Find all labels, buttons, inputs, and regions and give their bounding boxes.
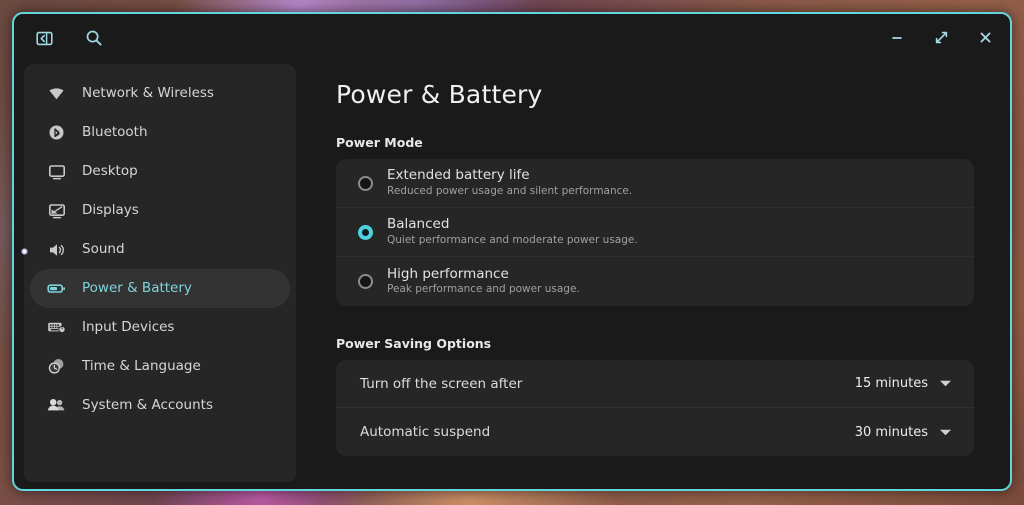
power-mode-option-description: Quiet performance and moderate power usa…	[387, 233, 638, 246]
sidebar-item-network-wireless[interactable]: Network & Wireless	[30, 74, 290, 113]
sidebar-toggle-icon[interactable]	[30, 24, 58, 52]
power-mode-option-extended-battery-life[interactable]: Extended battery life Reduced power usag…	[336, 159, 974, 208]
power-mode-section-label: Power Mode	[336, 135, 423, 150]
main-content: Power & Battery Power Mode Extended batt…	[310, 62, 1010, 489]
display-icon	[47, 201, 66, 220]
wifi-icon	[47, 84, 66, 103]
titlebar	[14, 14, 1010, 62]
radio-balanced[interactable]	[358, 224, 373, 240]
bluetooth-icon	[47, 123, 66, 142]
option-label: Turn off the screen after	[360, 375, 523, 392]
chevron-down-icon	[939, 379, 952, 388]
power-mode-option-description: Reduced power usage and silent performan…	[387, 184, 633, 197]
sidebar-item-desktop[interactable]: Desktop	[30, 152, 290, 191]
power-mode-card: Extended battery life Reduced power usag…	[336, 159, 974, 306]
turn-off-screen-dropdown[interactable]: 15 minutes	[855, 376, 952, 391]
chevron-down-icon	[939, 428, 952, 437]
sidebar-item-label: Sound	[82, 240, 125, 257]
search-icon[interactable]	[80, 24, 108, 52]
battery-icon	[47, 279, 66, 298]
option-value: 30 minutes	[854, 424, 928, 440]
sidebar-item-label: Input Devices	[82, 318, 175, 335]
power-mode-option-balanced[interactable]: Balanced Quiet performance and moderate …	[336, 208, 974, 257]
maximize-button[interactable]	[926, 24, 956, 50]
option-row-automatic-suspend[interactable]: Automatic suspend 30 minutes	[336, 408, 974, 456]
users-icon	[47, 396, 66, 415]
window-controls	[882, 24, 1000, 50]
radio-high-performance[interactable]	[358, 274, 373, 289]
page-title: Power & Battery	[336, 80, 543, 109]
option-label: Automatic suspend	[360, 424, 491, 440]
settings-window: Network & Wireless Bluetooth Desktop Dis…	[12, 12, 1012, 491]
sidebar-item-label: Power & Battery	[82, 279, 192, 296]
sidebar-item-input-devices[interactable]: Input Devices	[30, 308, 290, 347]
option-row-turn-off-screen[interactable]: Turn off the screen after 15 minutes	[336, 360, 974, 408]
sidebar-item-label: System & Accounts	[82, 396, 213, 413]
power-mode-option-high-performance[interactable]: High performance Peak performance and po…	[336, 257, 974, 306]
sidebar-item-label: Desktop	[82, 162, 138, 179]
minimize-button[interactable]	[882, 24, 912, 50]
radio-extended-battery-life[interactable]	[358, 175, 373, 191]
close-button[interactable]	[970, 24, 1000, 50]
keyboard-icon	[47, 318, 66, 337]
power-mode-option-description: Peak performance and power usage.	[387, 283, 580, 296]
power-saving-card: Turn off the screen after 15 minutes Aut…	[336, 360, 974, 456]
speaker-icon	[47, 240, 66, 259]
option-value: 15 minutes	[854, 376, 928, 391]
sidebar-item-displays[interactable]: Displays	[30, 191, 290, 230]
sidebar: Network & Wireless Bluetooth Desktop Dis…	[24, 64, 296, 482]
power-mode-option-title: Extended battery life	[387, 167, 530, 184]
sidebar-item-time-language[interactable]: Time & Language	[30, 347, 290, 386]
sidebar-item-label: Displays	[82, 201, 139, 218]
sidebar-item-label: Bluetooth	[82, 123, 148, 140]
sidebar-item-bluetooth[interactable]: Bluetooth	[30, 113, 290, 152]
automatic-suspend-dropdown[interactable]: 30 minutes	[855, 425, 952, 440]
power-mode-option-title: High performance	[387, 265, 509, 282]
sidebar-item-system-accounts[interactable]: System & Accounts	[30, 386, 290, 425]
monitor-icon	[47, 162, 66, 181]
power-saving-section-label: Power Saving Options	[336, 336, 492, 351]
desktop-wallpaper: Network & Wireless Bluetooth Desktop Dis…	[0, 0, 1024, 505]
sidebar-item-label: Network & Wireless	[82, 84, 214, 101]
titlebar-left-controls	[30, 24, 108, 52]
sidebar-item-sound[interactable]: Sound	[30, 230, 290, 269]
sidebar-item-label: Time & Language	[82, 357, 201, 374]
power-mode-option-title: Balanced	[387, 216, 450, 233]
sidebar-item-power-battery[interactable]: Power & Battery	[30, 269, 290, 308]
clock-icon	[47, 357, 66, 376]
